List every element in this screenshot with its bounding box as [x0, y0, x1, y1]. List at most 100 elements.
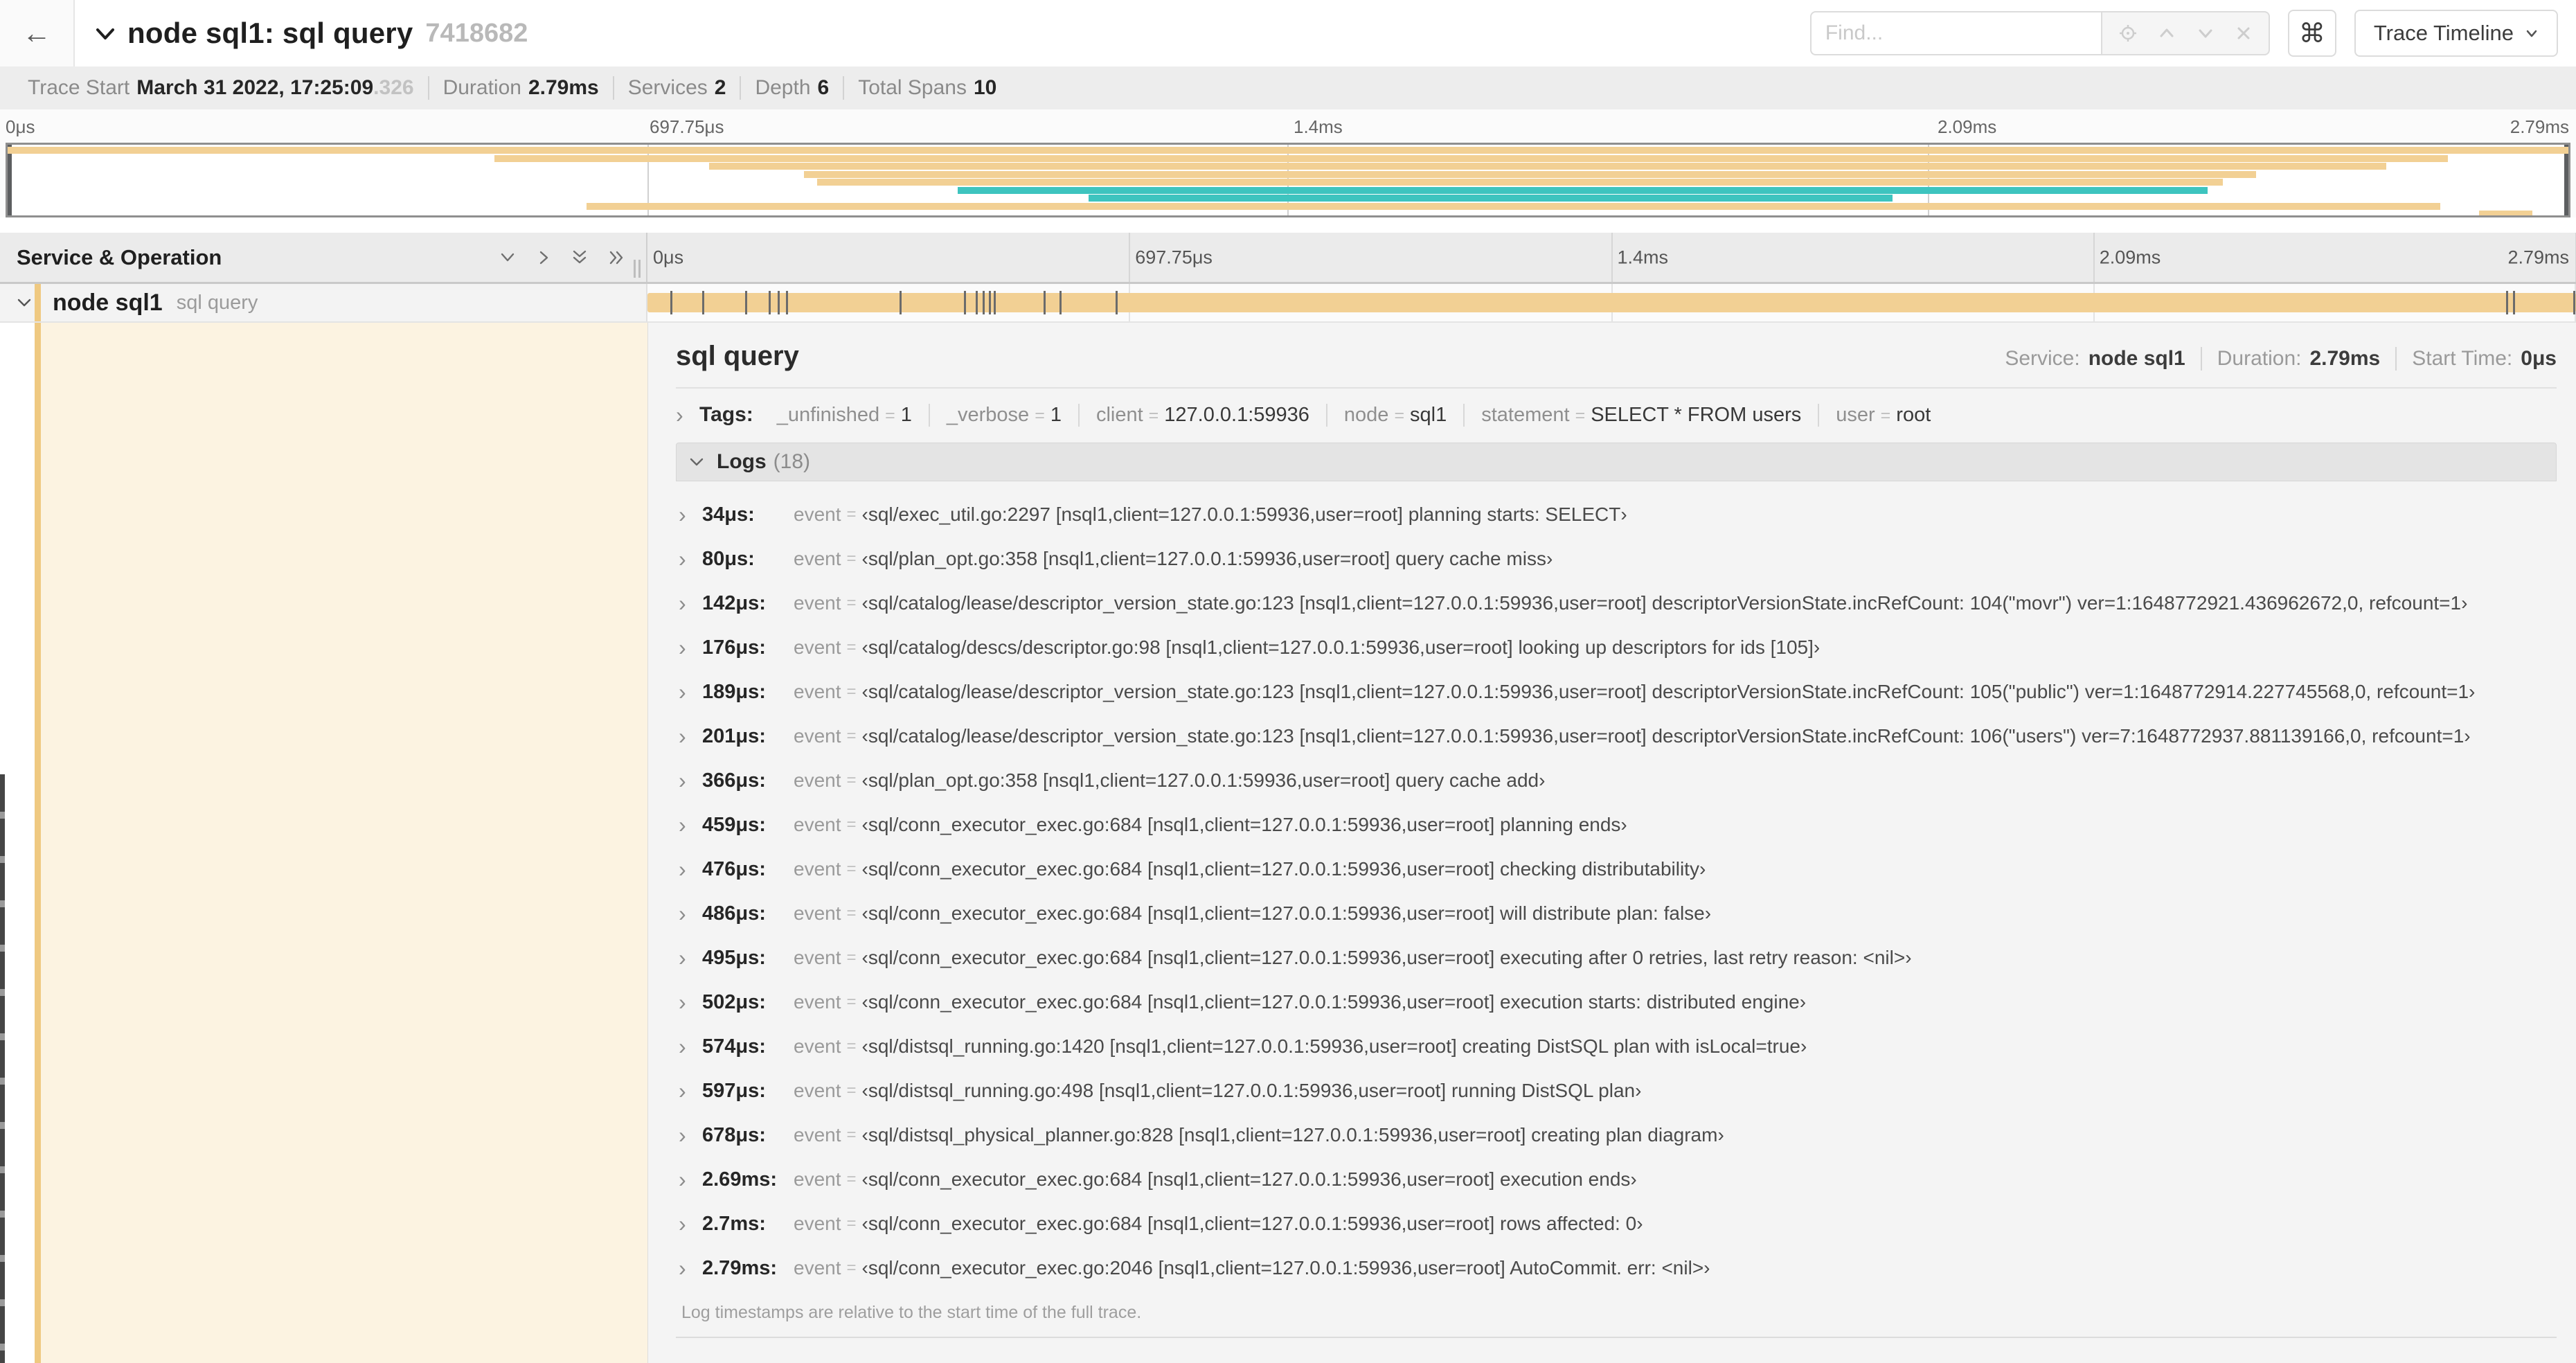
collapse-children-icon[interactable]: [15, 294, 33, 312]
minimap-canvas[interactable]: [6, 143, 2570, 217]
log-row[interactable]: › 459μs: event = ‹sql/conn_executor_exec.go:…: [679, 803, 2557, 847]
minimap-ruler: 0μs 697.75μs 1.4ms 2.09ms 2.79ms: [0, 111, 2576, 143]
log-row[interactable]: › 176μs: event = ‹sql/catalog/descs/descript…: [679, 625, 2557, 670]
span-operation-title: sql query: [676, 341, 799, 371]
log-marker: [1115, 291, 1118, 314]
equals-sign: =: [846, 1081, 857, 1100]
log-timestamp: 2.79ms:: [702, 1256, 778, 1279]
span-bar-lane: [647, 284, 2576, 321]
timeline-tick-label: 2.09ms: [2099, 247, 2161, 267]
span-row[interactable]: node sql1 sql query: [0, 284, 2576, 321]
log-row[interactable]: › 142μs: event = ‹sql/catalog/lease/descript…: [679, 581, 2557, 625]
log-timestamp: 597μs:: [702, 1079, 766, 1102]
log-timestamp: 142μs:: [702, 591, 766, 614]
log-timestamp: 366μs:: [702, 769, 766, 792]
tag-key: _verbose: [946, 403, 1030, 426]
keyboard-shortcuts-button[interactable]: ⌘: [2287, 10, 2336, 57]
expand-all-icon[interactable]: [606, 248, 625, 267]
log-field-name: event: [794, 1168, 841, 1190]
log-field-name: event: [794, 681, 841, 702]
expand-collapse-toolbar: [498, 248, 646, 267]
chevron-right-icon: ›: [679, 546, 686, 571]
log-row[interactable]: › 80μs: event = ‹sql/plan_opt.go:358 [nsql1,…: [679, 537, 2557, 581]
log-field-name: event: [794, 1035, 841, 1057]
view-selector-button[interactable]: Trace Timeline: [2354, 10, 2558, 57]
stat-value: 2.79ms: [528, 76, 599, 99]
log-marker: [964, 291, 967, 314]
equals-sign: =: [846, 904, 857, 923]
log-row[interactable]: › 574μs: event = ‹sql/distsql_running.go:142…: [679, 1024, 2557, 1069]
find-group: [1809, 11, 2270, 55]
log-row[interactable]: › 189μs: event = ‹sql/catalog/lease/descript…: [679, 670, 2557, 714]
equals-sign: =: [846, 505, 857, 524]
log-value: ‹sql/conn_executor_exec.go:684 [nsql1,cl…: [861, 1213, 1643, 1234]
collapse-trace-button[interactable]: [93, 21, 118, 46]
find-input[interactable]: [1809, 11, 2101, 55]
overview-label: Duration:: [2217, 347, 2302, 370]
logs-footnote: Log timestamps are relative to the start…: [681, 1303, 1142, 1322]
log-value: ‹sql/conn_executor_exec.go:684 [nsql1,cl…: [861, 947, 1912, 968]
expand-one-icon[interactable]: [534, 248, 553, 267]
log-row[interactable]: › 486μs: event = ‹sql/conn_executor_exec.go:…: [679, 891, 2557, 936]
chevron-right-icon: ›: [679, 634, 686, 660]
tag-value: 1: [900, 403, 912, 426]
selected-row-column: [0, 323, 647, 1363]
stat-label: Duration: [442, 76, 521, 99]
log-timestamp: 2.69ms:: [702, 1168, 778, 1191]
clear-find-icon[interactable]: [2234, 24, 2253, 43]
service-operation-title: Service & Operation: [17, 244, 222, 269]
log-timestamp: 502μs:: [702, 990, 766, 1013]
overview-value: 2.79ms: [2309, 347, 2381, 370]
log-timestamp: 201μs:: [702, 724, 766, 747]
minimap-span-bar: [8, 147, 2568, 154]
log-row[interactable]: › 2.7ms: event = ‹sql/conn_executor_exec.go:…: [679, 1202, 2557, 1246]
trace-stat: Services 2: [612, 76, 740, 100]
log-row[interactable]: › 678μs: event = ‹sql/distsql_physical_plann…: [679, 1113, 2557, 1157]
operation-name: sql query: [176, 291, 258, 314]
overview-label: Service:: [2005, 347, 2080, 370]
log-marker: [1043, 291, 1046, 314]
log-marker: [777, 291, 780, 314]
chevron-right-icon: ›: [679, 1122, 686, 1148]
log-row[interactable]: › 495μs: event = ‹sql/conn_executor_exec.go:…: [679, 936, 2557, 980]
prev-match-icon[interactable]: [2156, 23, 2177, 44]
minimap-left-scrubber[interactable]: [8, 145, 12, 215]
log-value: ‹sql/conn_executor_exec.go:2046 [nsql1,c…: [861, 1257, 1710, 1279]
log-row[interactable]: › 201μs: event = ‹sql/catalog/lease/descript…: [679, 714, 2557, 758]
chevron-right-icon: ›: [679, 900, 686, 926]
log-row[interactable]: › 366μs: event = ‹sql/plan_opt.go:358 [nsql1…: [679, 758, 2557, 803]
next-match-icon[interactable]: [2195, 23, 2216, 44]
log-row[interactable]: › 476μs: event = ‹sql/conn_executor_exec.go:…: [679, 847, 2557, 891]
log-field-name: event: [794, 592, 841, 614]
logs-header[interactable]: Logs (18): [676, 443, 2557, 481]
locate-match-icon[interactable]: [2118, 23, 2138, 44]
log-row[interactable]: › 597μs: event = ‹sql/distsql_running.go:498…: [679, 1069, 2557, 1113]
collapse-all-icon[interactable]: [570, 248, 589, 267]
back-button[interactable]: ←: [0, 0, 75, 66]
log-row[interactable]: › 2.79ms: event = ‹sql/conn_executor_exec.go…: [679, 1246, 2557, 1290]
minimap-span-bar: [2478, 211, 2533, 215]
tag-value: 1: [1050, 403, 1062, 426]
equals-sign: =: [846, 1258, 857, 1277]
span-row-label[interactable]: node sql1 sql query: [0, 284, 647, 321]
log-field-name: event: [794, 991, 841, 1013]
find-suffix-toolbar: [2100, 11, 2270, 55]
minimap-span-bar: [804, 170, 2256, 178]
span-detail-panel: sql query Service: node sql1 Duration: 2.79…: [647, 323, 2576, 1363]
collapse-one-icon[interactable]: [498, 248, 517, 267]
timeline-ticks-header: 0μs 697.75μs 1.4ms 2.09ms 2.79ms: [647, 233, 2576, 282]
equals-sign: =: [1880, 405, 1891, 425]
tags-row[interactable]: › Tags: _unfinished = 1 _verbose = 1 client = 12…: [676, 393, 2557, 437]
log-row[interactable]: › 502μs: event = ‹sql/conn_executor_exec.go:…: [679, 980, 2557, 1024]
minimap-right-scrubber[interactable]: [2564, 145, 2568, 215]
span-duration-bar[interactable]: [647, 293, 2576, 312]
log-row[interactable]: › 34μs: event = ‹sql/exec_util.go:2297 [nsql…: [679, 492, 2557, 537]
log-timestamp: 2.7ms:: [702, 1212, 766, 1235]
tags-list: _unfinished = 1 _verbose = 1 client = 127.0.0.1:…: [760, 403, 1947, 427]
overview-value: 0μs: [2521, 347, 2557, 370]
equals-sign: =: [846, 1125, 857, 1144]
log-timestamp: 476μs:: [702, 857, 766, 880]
logs-list: › 34μs: event = ‹sql/exec_util.go:2297 [nsql…: [676, 481, 2557, 1290]
column-resizer-grip[interactable]: [634, 260, 641, 278]
log-row[interactable]: › 2.69ms: event = ‹sql/conn_executor_exec.go…: [679, 1157, 2557, 1202]
